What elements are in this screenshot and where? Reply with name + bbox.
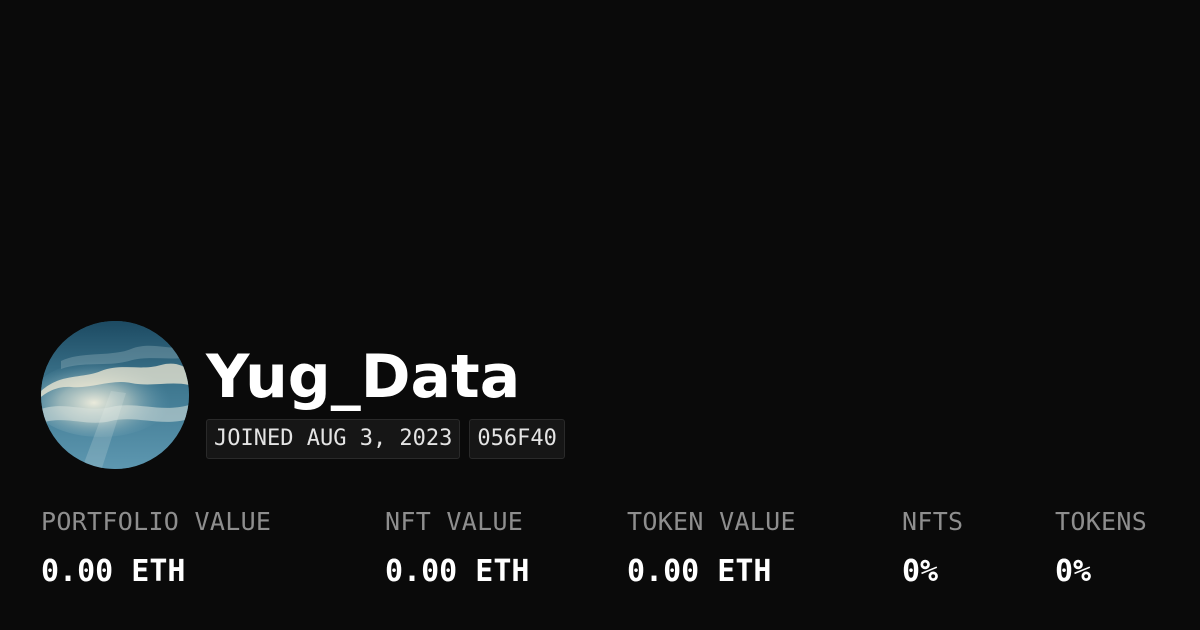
address-badge[interactable]: 056F40 xyxy=(469,419,565,459)
stat-tokens: TOKENS 0% xyxy=(1055,504,1147,590)
stat-token-value: TOKEN VALUE 0.00 ETH xyxy=(627,504,796,590)
stat-value: 0.00 ETH xyxy=(41,554,186,589)
stat-nft-value: NFT VALUE 0.00 ETH xyxy=(385,504,530,590)
stat-label: TOKENS xyxy=(1055,507,1148,536)
stat-portfolio-value: PORTFOLIO VALUE 0.00 ETH xyxy=(41,504,271,590)
stat-label: PORTFOLIO VALUE xyxy=(41,507,272,536)
stat-label: NFTS xyxy=(902,507,964,536)
stat-value: 0.00 ETH xyxy=(385,554,530,589)
avatar xyxy=(41,321,189,469)
stat-nfts: NFTS 0% xyxy=(902,504,963,590)
stat-value: 0.00 ETH xyxy=(627,554,772,589)
profile-card: Yug_Data JOINED AUG 3, 2023 056F40 PORTF… xyxy=(0,0,1200,630)
stat-label: NFT VALUE xyxy=(385,507,524,536)
stat-value: 0% xyxy=(902,554,939,589)
stat-label: TOKEN VALUE xyxy=(627,507,796,536)
joined-date-badge: JOINED AUG 3, 2023 xyxy=(206,419,461,459)
stat-value: 0% xyxy=(1055,554,1092,589)
profile-badges: JOINED AUG 3, 2023 056F40 xyxy=(206,419,565,459)
username: Yug_Data xyxy=(206,342,521,412)
